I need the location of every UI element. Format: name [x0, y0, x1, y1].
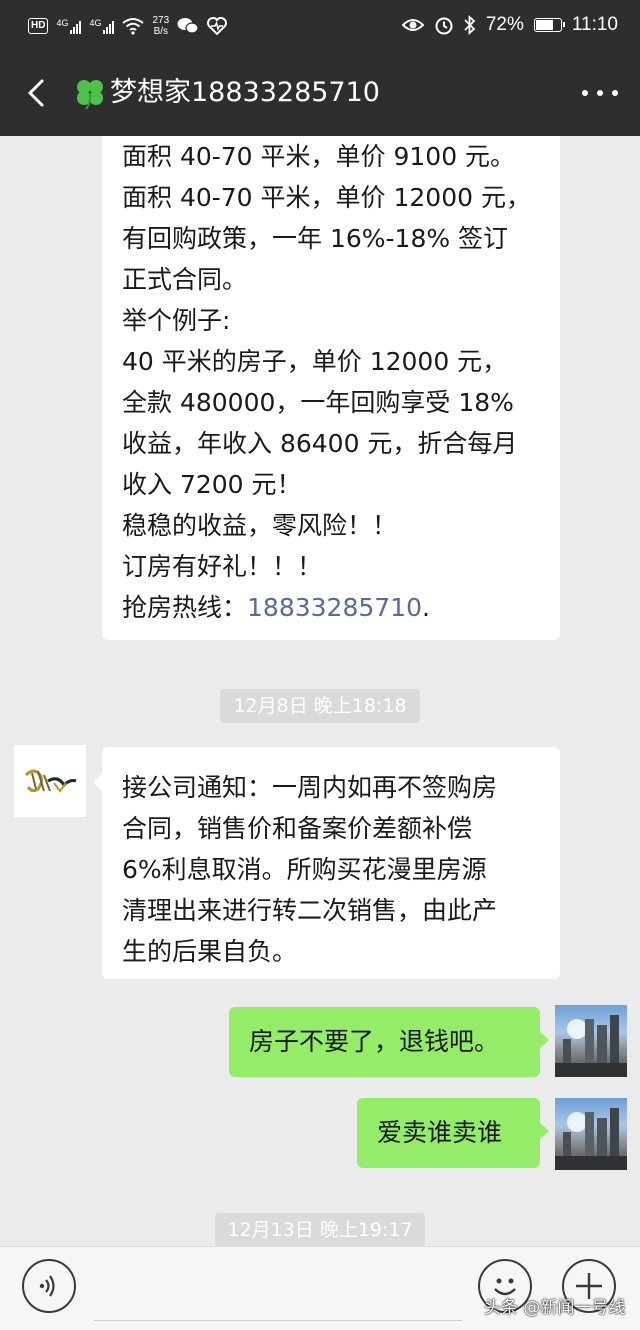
- message-line: 40 平米的房子，单价 12000 元，: [122, 347, 508, 376]
- hd-icon: HD: [28, 18, 49, 34]
- message-text: 房子不要了，退钱吧。: [249, 1027, 500, 1056]
- message-bubble-reply[interactable]: 爱卖谁卖谁: [357, 1098, 549, 1168]
- phone-number-link[interactable]: 18833285710: [247, 593, 422, 622]
- status-left: HD 4G 4G 273 B/s: [28, 12, 228, 40]
- message-line: 面积 40-70 平米，单价 12000 元，: [122, 183, 531, 212]
- city-skyline-icon: [555, 1015, 627, 1077]
- health-icon: [207, 17, 228, 35]
- message-text: 爱卖谁卖谁: [377, 1118, 503, 1147]
- message-bubble-ad[interactable]: 面积 40-70 平米，单价 9100 元。 面积 40-70 平米，单价 12…: [102, 136, 560, 640]
- message-line: 接公司通知：一周内如再不签购房: [122, 773, 498, 802]
- chat-header: 梦想家18833285710: [0, 50, 640, 136]
- battery-fill: [535, 20, 553, 30]
- bluetooth-icon: [464, 15, 476, 35]
- more-dots-icon[interactable]: [582, 84, 618, 102]
- self-avatar[interactable]: [555, 1005, 627, 1077]
- message-line: 稳稳的收益，零风险！！: [122, 511, 398, 540]
- wifi-icon: [122, 18, 145, 35]
- eye-icon: [401, 19, 424, 31]
- message-line: 正式合同。: [122, 265, 248, 294]
- contact-avatar[interactable]: [14, 745, 86, 817]
- message-line: 订房有好礼！！！: [122, 552, 323, 581]
- clover-icon: [77, 80, 103, 110]
- hotline-label: 抢房热线：: [122, 593, 248, 622]
- message-line: 6%利息取消。所购买花漫里房源: [122, 855, 487, 884]
- net-speed-unit: B/s: [153, 26, 169, 37]
- signal-label: 4G: [89, 18, 102, 28]
- message-line: 收益，年收入 86400 元，折合每月: [122, 429, 518, 458]
- message-line: 合同，销售价和备案价差额补偿: [122, 814, 473, 843]
- message-input[interactable]: [94, 1255, 466, 1323]
- voice-button[interactable]: [22, 1259, 76, 1313]
- contact-logo-icon: [24, 769, 77, 793]
- net-speed: 273 B/s: [152, 15, 169, 37]
- message-line: 收入 7200 元！: [122, 470, 302, 499]
- timestamp: 12月13日 晚上19:17: [215, 1213, 425, 1246]
- wechat-icon: [177, 18, 199, 34]
- watermark: 头条 @新闻一号线: [484, 1298, 626, 1318]
- hotline-line: 抢房热线：18833285710.: [122, 587, 560, 628]
- city-skyline-icon: [555, 1108, 627, 1170]
- status-right: 72% 11:10: [401, 10, 618, 40]
- battery-percent: 72%: [485, 14, 524, 35]
- message-bubble-notice[interactable]: 接公司通知：一周内如再不签购房 合同，销售价和备案价差额补偿 6%利息取消。所购…: [93, 747, 560, 979]
- chevron-left-icon[interactable]: [18, 73, 58, 113]
- signal-label: 4G: [56, 18, 69, 28]
- message-line: 有回购政策，一年 16%-18% 签订: [122, 224, 509, 253]
- battery-icon: [533, 18, 565, 32]
- chat-title: 梦想家18833285710: [110, 77, 380, 108]
- hotline-suffix: .: [421, 593, 430, 622]
- self-avatar[interactable]: [555, 1098, 627, 1170]
- alarm-icon: [435, 17, 453, 35]
- message-line: 生的后果自负。: [122, 937, 298, 966]
- chat-area[interactable]: 面积 40-70 平米，单价 9100 元。 面积 40-70 平米，单价 12…: [0, 136, 640, 1246]
- signal-icon: 4G: [89, 18, 115, 34]
- message-line: 举个例子:: [122, 306, 231, 335]
- status-bar: HD 4G 4G 273 B/s 72% 11:10: [0, 0, 640, 50]
- message-line: 面积 40-70 平米，单价 9100 元。: [122, 142, 516, 171]
- clock: 11:10: [571, 14, 618, 35]
- net-speed-value: 273: [152, 15, 170, 26]
- message-line: 清理出来进行转二次销售，由此产: [122, 896, 498, 925]
- voice-icon: [39, 1275, 55, 1297]
- message-bubble-reply[interactable]: 房子不要了，退钱吧。: [229, 1007, 549, 1077]
- message-line: 全款 480000，一年回购享受 18%: [122, 388, 514, 417]
- timestamp: 12月8日 晚上18:18: [220, 689, 420, 723]
- signal-icon: 4G: [56, 18, 82, 34]
